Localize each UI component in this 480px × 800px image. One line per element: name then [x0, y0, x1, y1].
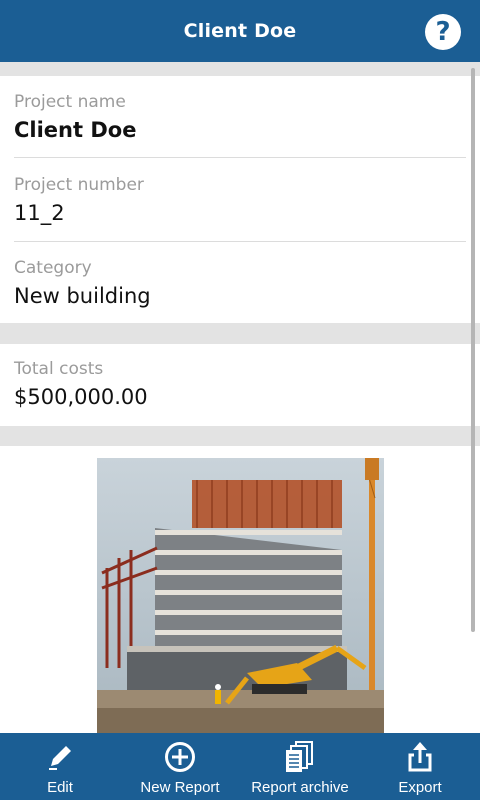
divider [14, 157, 466, 158]
export-button[interactable]: Export [360, 733, 480, 800]
category-value: New building [14, 284, 151, 308]
app-header: Client Doe ? [0, 0, 480, 62]
project-name-value: Client Doe [14, 118, 137, 142]
total-costs-label: Total costs [14, 359, 104, 379]
help-icon: ? [435, 17, 451, 47]
report-archive-label: Report archive [251, 779, 349, 796]
pencil-icon [43, 740, 77, 774]
category-field: Category New building [14, 258, 466, 308]
project-name-field: Project name Client Doe [14, 92, 466, 142]
share-icon [403, 740, 437, 774]
help-button[interactable]: ? [425, 14, 461, 50]
project-number-value: 11_2 [14, 201, 65, 225]
total-costs-value: $500,000.00 [14, 385, 148, 409]
export-label: Export [398, 779, 442, 796]
total-costs-field: Total costs $500,000.00 [14, 359, 466, 409]
edit-button[interactable]: Edit [0, 733, 120, 800]
project-info-card: Project name Client Doe Project number 1… [0, 76, 480, 323]
documents-icon [283, 740, 317, 774]
costs-card: Total costs $500,000.00 [0, 344, 480, 426]
report-archive-button[interactable]: Report archive [240, 733, 360, 800]
project-number-field: Project number 11_2 [14, 175, 466, 225]
divider [14, 241, 466, 242]
new-report-label: New Report [140, 779, 220, 796]
edit-label: Edit [47, 779, 73, 796]
photo-card [0, 446, 480, 733]
new-report-button[interactable]: New Report [120, 733, 240, 800]
scrollbar[interactable] [471, 68, 475, 632]
plus-circle-icon [163, 740, 197, 774]
project-details[interactable]: Project name Client Doe Project number 1… [0, 62, 480, 733]
page-title: Client Doe [183, 20, 297, 42]
project-number-label: Project number [14, 175, 144, 195]
category-label: Category [14, 258, 92, 278]
project-name-label: Project name [14, 92, 126, 112]
building-under-construction-photo[interactable] [97, 458, 384, 733]
bottom-toolbar: Edit New Report Report archive Export [0, 733, 480, 800]
